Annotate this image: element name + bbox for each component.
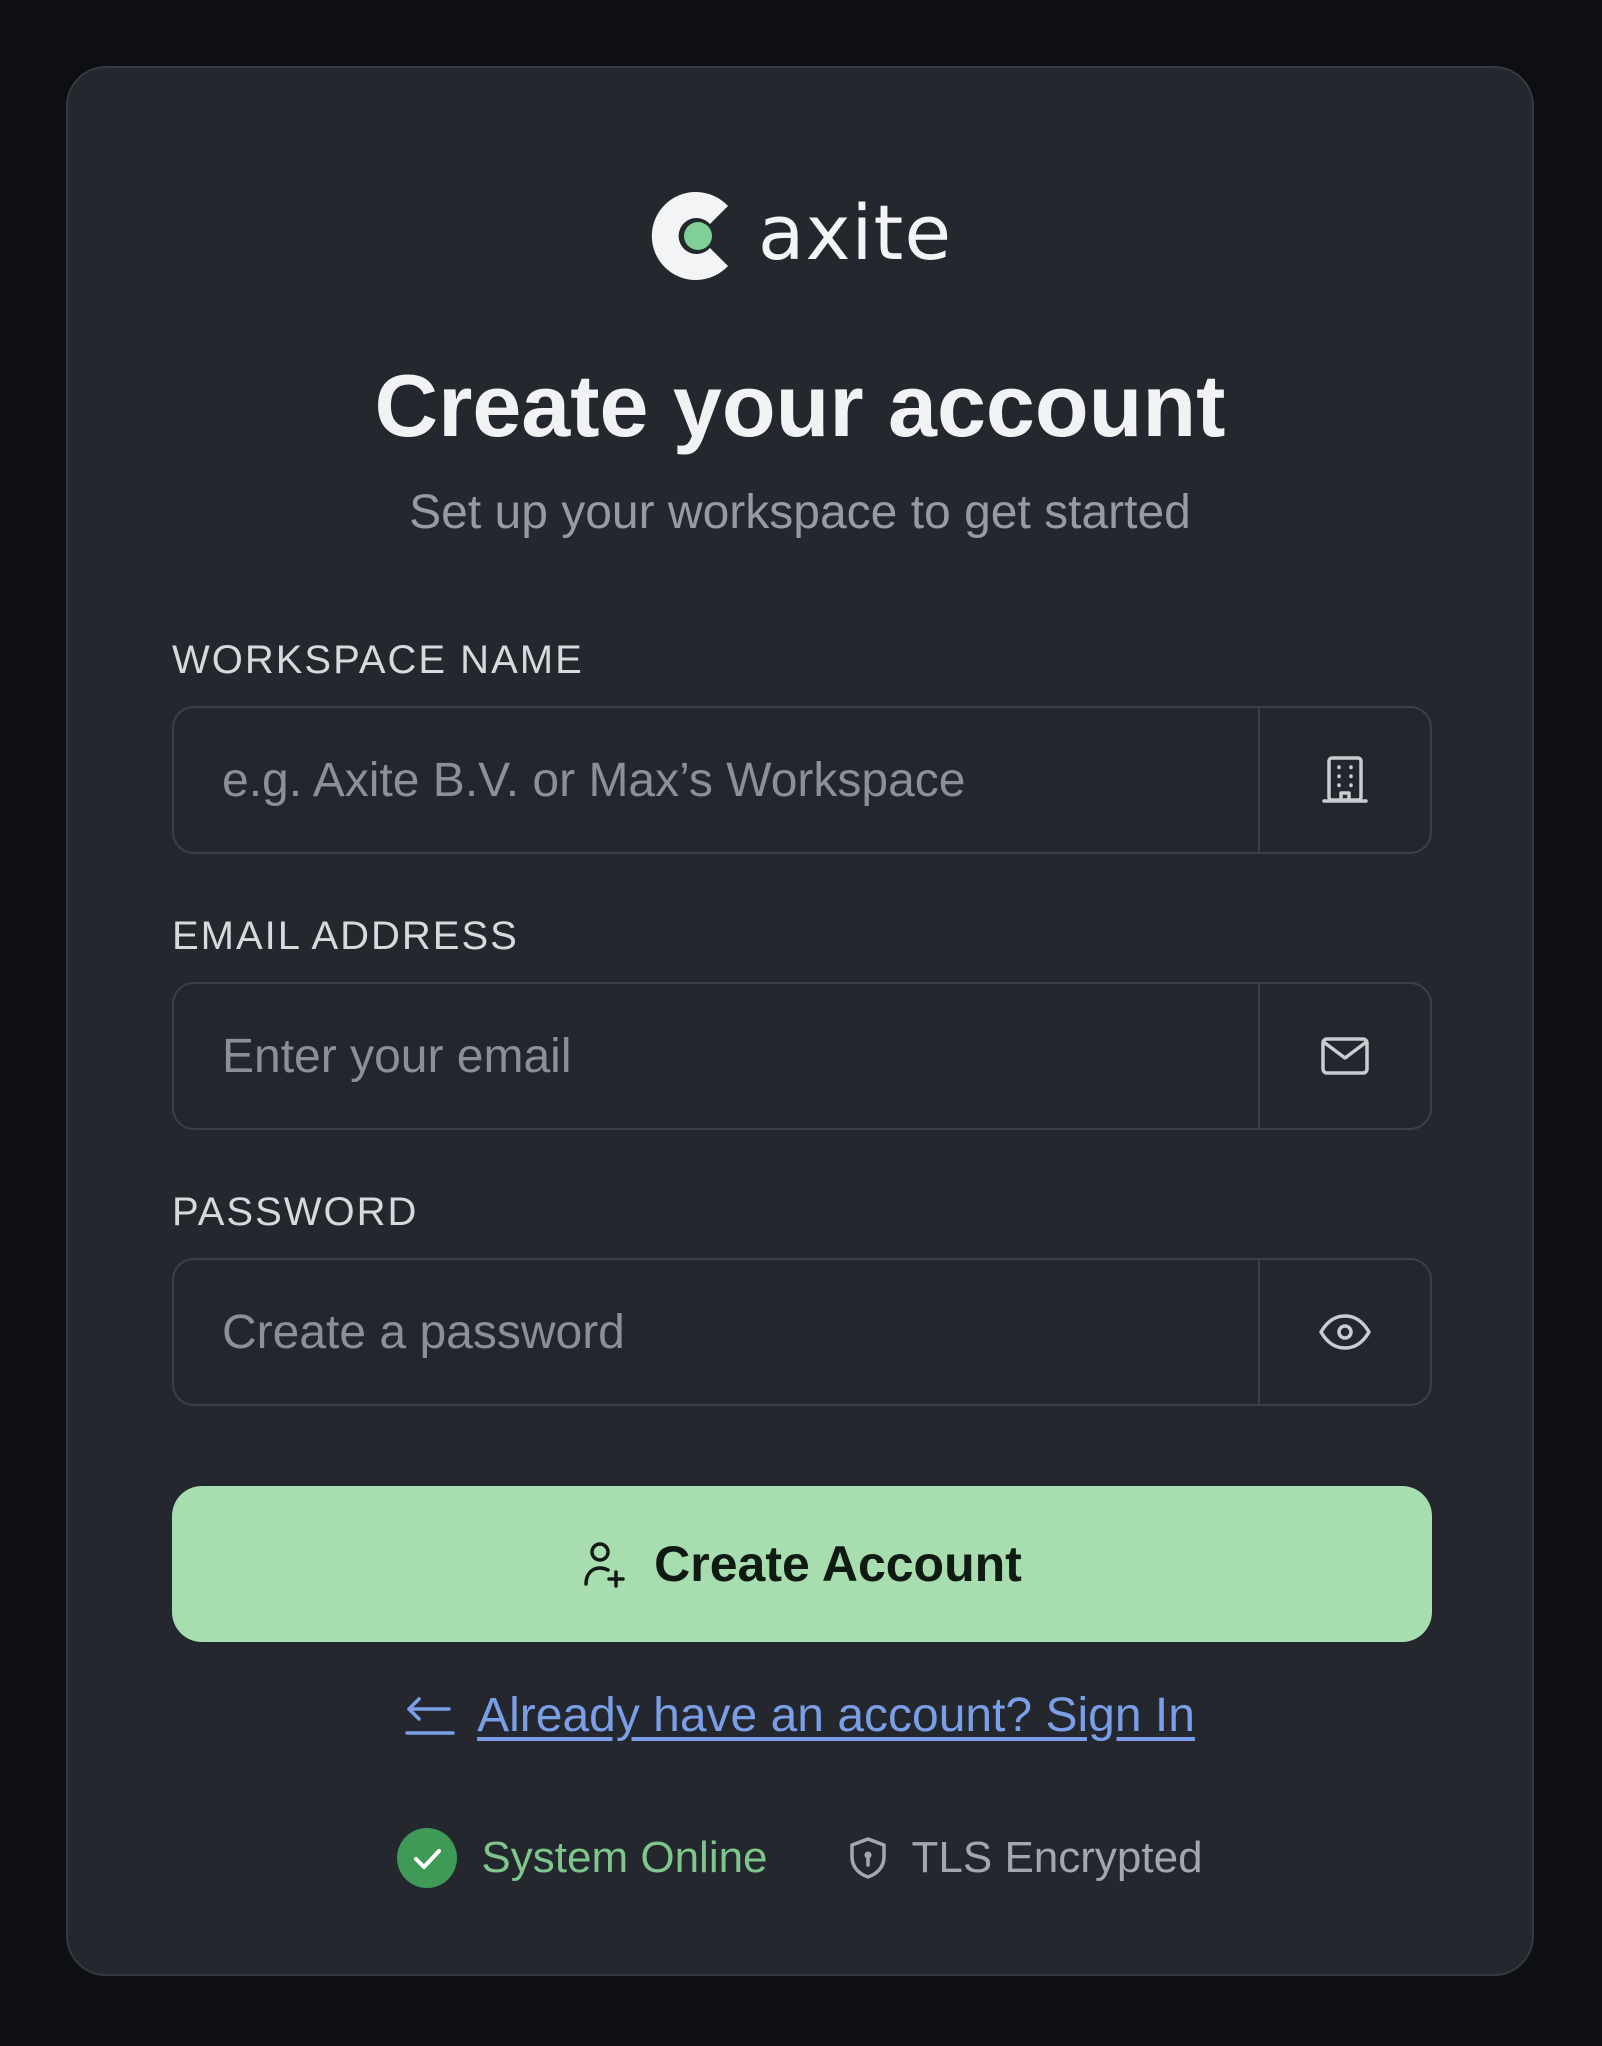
- workspace-name-field: [172, 706, 1432, 854]
- password-input[interactable]: [174, 1260, 1258, 1404]
- password-label: PASSWORD: [172, 1190, 419, 1234]
- arrow-left-icon: [405, 1696, 455, 1735]
- check-circle-icon: [397, 1828, 458, 1888]
- page-title: Create your account: [374, 356, 1226, 455]
- building-icon: [1322, 756, 1368, 803]
- signup-card: axite Create your account Set up your wo…: [66, 66, 1534, 1976]
- tls-encrypted-text: TLS Encrypted: [911, 1833, 1203, 1882]
- password-field: [172, 1258, 1432, 1406]
- create-account-label: Create Account: [654, 1536, 1022, 1592]
- user-plus-icon: [584, 1542, 625, 1588]
- create-account-button[interactable]: Create Account: [172, 1486, 1432, 1642]
- password-visibility-toggle[interactable]: [1258, 1260, 1430, 1404]
- email-icon-cell: [1258, 984, 1430, 1128]
- sign-in-link[interactable]: Already have an account? Sign In: [68, 1688, 1532, 1743]
- workspace-name-input[interactable]: [174, 708, 1258, 852]
- system-online-text: System Online: [481, 1833, 768, 1882]
- brand-name: axite: [757, 188, 953, 277]
- system-status: System Online: [397, 1828, 768, 1888]
- mail-icon: [1321, 1037, 1369, 1075]
- page-subtitle: Set up your workspace to get started: [409, 486, 1191, 539]
- tls-status: TLS Encrypted: [848, 1833, 1203, 1883]
- eye-icon: [1319, 1314, 1371, 1350]
- brand-logo: axite: [68, 186, 1532, 286]
- workspace-name-label: WORKSPACE NAME: [172, 638, 584, 682]
- email-input[interactable]: [174, 984, 1258, 1128]
- email-label: EMAIL ADDRESS: [172, 914, 519, 958]
- sign-in-text: Already have an account? Sign In: [477, 1689, 1195, 1742]
- email-field: [172, 982, 1432, 1130]
- status-row: System Online TLS Encrypted: [68, 1828, 1532, 1888]
- shield-icon: [849, 1837, 886, 1879]
- workspace-icon-cell: [1258, 708, 1430, 852]
- axite-logo-icon: [651, 192, 728, 280]
